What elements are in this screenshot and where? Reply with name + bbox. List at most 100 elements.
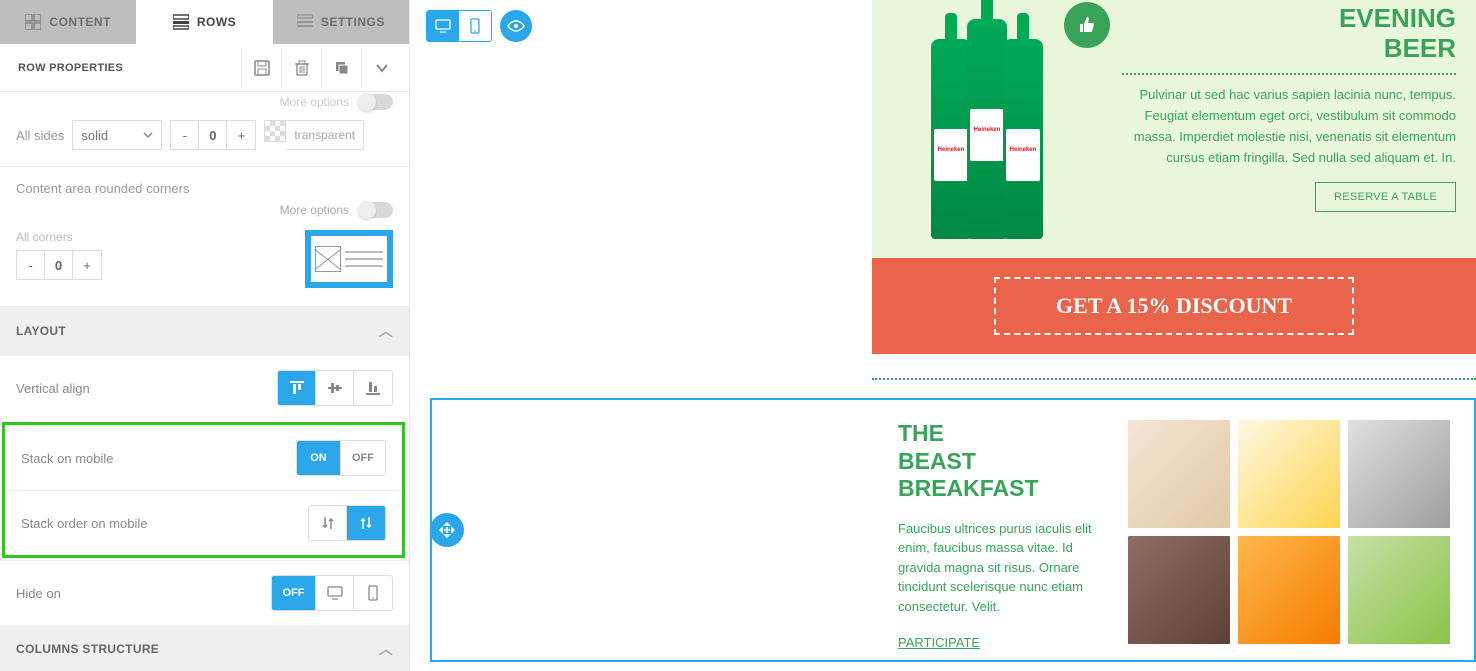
align-middle-button[interactable] [316,371,354,405]
minus[interactable]: - [171,121,199,149]
mobile-preview-button[interactable] [459,11,491,41]
desktop-preview-button[interactable] [427,11,459,41]
hide-desktop-button[interactable] [316,576,354,610]
more-options-label: More options [280,203,349,217]
border-width-stepper[interactable]: - 0 + [170,120,256,150]
delete-button[interactable] [281,48,321,88]
all-sides-label: All sides [16,128,64,143]
stack-off-button[interactable]: OFF [341,441,385,475]
chevron-up-icon: ︿ [379,321,393,341]
email-preview: Heineken Heineken Heineken EVENINGBEER P… [872,0,1476,380]
plus[interactable]: + [73,251,101,279]
tab-rows[interactable]: ROWS [136,0,272,44]
divider [1122,73,1456,75]
beer-block: Heineken Heineken Heineken EVENINGBEER P… [872,0,1476,258]
tab-content[interactable]: CONTENT [0,0,136,44]
bottle-image: Heineken [1003,39,1043,239]
tab-label: SETTINGS [321,15,385,29]
order-normal-button[interactable] [309,506,347,540]
grid-icon [25,14,41,30]
discount-banner[interactable]: GET A 15% DISCOUNT [872,258,1476,354]
more-options-corners: More options [0,202,409,222]
hide-off-button[interactable]: OFF [272,576,316,610]
canvas: Heineken Heineken Heineken EVENINGBEER P… [410,0,1476,671]
hide-on-row: Hide on OFF [0,560,409,625]
tab-label: CONTENT [49,15,111,29]
properties-panel: More options All sides solid - 0 + trans… [0,92,409,671]
grid-image [1128,420,1230,528]
sidebar: CONTENT ROWS SETTINGS ROW PROPERTIES Mor… [0,0,410,671]
order-up-icon [358,515,374,531]
stack-on-button[interactable]: ON [297,441,341,475]
stack-order-label: Stack order on mobile [21,516,147,531]
preview-bar [426,10,532,42]
order-reverse-button[interactable] [347,506,385,540]
stack-label: Stack on mobile [21,451,114,466]
copy-icon [334,60,350,76]
corner-radius-stepper[interactable]: - 0 + [16,250,102,280]
valign-group [277,370,393,406]
layout-section-header[interactable]: LAYOUT ︿ [0,307,409,355]
chevron-up-icon: ︿ [379,639,393,659]
minus[interactable]: - [17,251,45,279]
divider [872,378,1476,380]
color-swatch[interactable] [264,120,286,142]
participate-link[interactable]: PARTICIPATE [898,635,980,650]
grid-image [1348,420,1450,528]
save-icon [254,60,270,76]
stack-order-row: Stack order on mobile [5,490,402,555]
order-down-icon [320,515,336,531]
selected-row[interactable]: THE BEAST BREAKFAST Faucibus ultrices pu… [430,398,1476,662]
hide-label: Hide on [16,586,61,601]
truncated-label: More options [280,95,349,109]
chevron-down-icon [143,130,153,140]
toggle[interactable] [359,94,393,110]
tabs: CONTENT ROWS SETTINGS [0,0,409,44]
trash-icon [294,60,310,76]
value: 0 [45,251,73,279]
reserve-button[interactable]: RESERVE A TABLE [1315,182,1456,212]
duplicate-button[interactable] [321,48,361,88]
grid-image [1128,536,1230,644]
plus[interactable]: + [227,121,255,149]
align-top-icon [289,380,305,396]
columns-section-header[interactable]: COLUMNS STRUCTURE ︿ [0,625,409,671]
move-handle[interactable] [430,513,464,547]
transparent-label: transparent [286,120,364,150]
image-grid [1128,420,1450,640]
beer-title-2: BEER [1384,33,1456,63]
save-button[interactable] [241,48,281,88]
hide-on-group: OFF [271,575,393,611]
all-corners-label: All corners [16,230,102,244]
collapse-button[interactable] [361,48,401,88]
thumbs-up-icon [1077,15,1097,35]
bottle-image: Heineken [967,19,1007,239]
device-switch [426,10,492,42]
eye-icon [507,20,525,32]
discount-text: GET A 15% DISCOUNT [994,277,1354,335]
chevron-down-icon [375,61,389,75]
thumbs-up-badge [1064,2,1110,48]
toggle[interactable] [359,202,393,218]
align-bottom-button[interactable] [354,371,392,405]
layout-thumbnail[interactable] [305,230,393,288]
border-style-select[interactable]: solid [72,120,162,150]
section-title: COLUMNS STRUCTURE [16,642,159,656]
grid-image [1238,420,1340,528]
vertical-align-row: Vertical align [0,355,409,420]
border-row: All sides solid - 0 + transparent [0,114,409,167]
more-options-top: More options [0,92,409,114]
rows-icon [173,14,189,30]
beer-image: Heineken Heineken Heineken [872,0,1102,258]
stack-mobile-row: Stack on mobile ON OFF [5,425,402,490]
align-middle-icon [327,380,343,396]
hide-mobile-button[interactable] [354,576,392,610]
tab-settings[interactable]: SETTINGS [273,0,409,44]
stack-toggle: ON OFF [296,440,386,476]
move-icon [439,522,455,538]
align-top-button[interactable] [278,371,316,405]
mobile-icon [470,18,480,34]
breakfast-title: THE BEAST BREAKFAST [898,420,1118,503]
preview-button[interactable] [500,10,532,42]
section-title: LAYOUT [16,324,66,338]
